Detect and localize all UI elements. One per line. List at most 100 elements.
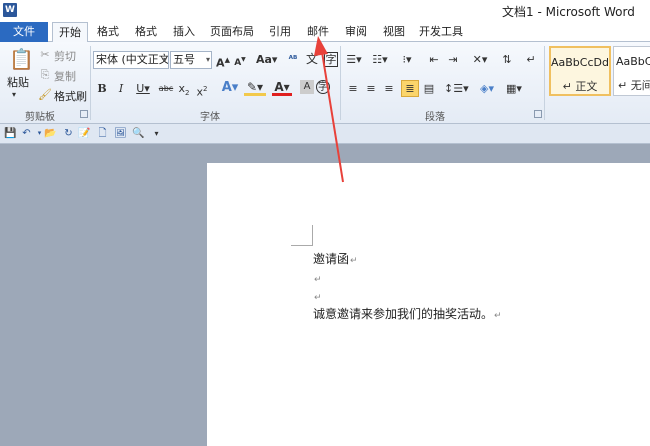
copy-icon: ⎘ xyxy=(40,68,50,81)
style-normal-name: ↵ 正文 xyxy=(562,80,598,93)
shrink-font-icon[interactable]: A▼ xyxy=(234,53,246,70)
quick-access-toolbar: 💾 ↶ ▾ 📂 ↻ 📝 🗋 🖼 🔍 ▾ xyxy=(0,124,650,144)
tab-references[interactable]: 引用 xyxy=(264,22,296,42)
italic-icon[interactable]: I xyxy=(116,82,126,96)
doc-paragraph[interactable]: 诚意邀请来参加我们的抽奖活动。↵ xyxy=(313,305,502,322)
distributed-icon[interactable]: ▤ xyxy=(422,82,436,96)
paragraph-group-label: 段落 xyxy=(425,112,445,123)
tab-home[interactable]: 开始 xyxy=(52,22,88,43)
style-no-spacing-sample: AaBbCc xyxy=(616,55,650,68)
tab-format-2[interactable]: 格式 xyxy=(130,22,162,42)
borders-icon[interactable]: ▦▾ xyxy=(504,82,524,96)
grow-font-icon[interactable]: A▲ xyxy=(216,53,230,71)
style-no-spacing[interactable]: AaBbCc ↵ 无间 xyxy=(613,46,650,96)
format-painter-icon: 🖌 xyxy=(38,88,52,101)
open-folder-icon[interactable]: 📂 xyxy=(44,127,57,140)
bullets-icon[interactable]: ☰▾ xyxy=(345,53,363,67)
title-bar: W 文档1 - Microsoft Word xyxy=(0,0,650,22)
word-app-icon[interactable]: W xyxy=(3,3,17,17)
doc-paragraph[interactable]: 邀请函↵ xyxy=(313,250,358,267)
font-size-value: 五号 xyxy=(173,53,195,66)
margin-corner-mark xyxy=(291,245,312,246)
decrease-indent-icon[interactable]: ⇤ xyxy=(427,53,441,67)
sort-icon[interactable]: ⇅ xyxy=(500,53,514,67)
enclose-characters-icon[interactable]: 字 xyxy=(316,80,330,94)
show-marks-icon[interactable]: ↵ xyxy=(524,53,538,67)
print-preview-icon[interactable]: 🖼 xyxy=(114,127,127,140)
format-painter-button[interactable]: 格式刷 xyxy=(54,88,87,104)
tab-file[interactable]: 文件 xyxy=(0,22,48,42)
increase-indent-icon[interactable]: ⇥ xyxy=(446,53,460,67)
group-divider xyxy=(340,46,341,120)
clear-formatting-icon[interactable]: ᴬᴮ xyxy=(286,53,300,67)
tab-review[interactable]: 审阅 xyxy=(340,22,372,42)
font-size-combo[interactable]: 五号 ▾ xyxy=(170,51,212,69)
font-name-value: 宋体 (中文正文 xyxy=(96,53,169,66)
group-divider xyxy=(544,46,545,120)
character-border-icon[interactable]: 字 xyxy=(324,52,338,67)
tab-format-1[interactable]: 格式 xyxy=(92,22,124,42)
save-icon[interactable]: 💾 xyxy=(4,127,17,140)
style-normal-sample: AaBbCcDdI xyxy=(551,56,609,69)
customize-toolbar-icon[interactable]: ▾ xyxy=(150,127,163,140)
new-document-icon[interactable]: 🗋 xyxy=(96,127,109,140)
tab-insert[interactable]: 插入 xyxy=(168,22,200,42)
undo-icon[interactable]: ↶ xyxy=(20,127,33,140)
paragraph-mark-icon: ↵ xyxy=(350,256,358,266)
line-spacing-icon[interactable]: ↕☰▾ xyxy=(444,82,469,96)
tab-developer[interactable]: 开发工具 xyxy=(414,22,468,42)
margin-corner-mark xyxy=(312,225,313,246)
align-right-icon[interactable]: ≡ xyxy=(382,82,396,96)
clipboard-group-label: 剪贴板 xyxy=(25,112,55,123)
cut-button[interactable]: 剪切 xyxy=(54,48,76,64)
ribbon: 📋 粘贴 ▾ ✂ 剪切 ⎘ 复制 🖌 格式刷 剪贴板 宋体 (中文正文 ▾ 五号 ▾… xyxy=(0,42,650,124)
doc-paragraph[interactable]: ↵ xyxy=(313,271,322,285)
chinese-layout-icon[interactable]: ✕▾ xyxy=(470,53,490,67)
tab-view[interactable]: 视图 xyxy=(378,22,410,42)
document-area: 邀请函↵ ↵ ↵ 诚意邀请来参加我们的抽奖活动。↵ xyxy=(0,145,650,446)
doc-paragraph[interactable]: ↵ xyxy=(313,289,322,303)
multilevel-list-icon[interactable]: ⁝▾ xyxy=(397,53,417,67)
paste-button-label[interactable]: 粘贴 xyxy=(7,74,29,90)
style-no-spacing-name: ↵ 无间 xyxy=(618,79,650,92)
underline-icon[interactable]: U▾ xyxy=(134,82,152,96)
font-name-combo[interactable]: 宋体 (中文正文 ▾ xyxy=(93,51,169,69)
copy-button[interactable]: 复制 xyxy=(54,68,76,84)
subscript-icon[interactable]: x2 xyxy=(178,82,190,100)
edit-icon[interactable]: 📝 xyxy=(78,127,91,140)
justify-icon[interactable]: ≣ xyxy=(401,80,419,97)
font-color-icon[interactable]: A▾ xyxy=(272,81,292,96)
shading-icon[interactable]: ◈▾ xyxy=(476,82,498,96)
superscript-icon[interactable]: x2 xyxy=(196,82,208,100)
window-title: 文档1 - Microsoft Word xyxy=(502,5,635,19)
ribbon-tab-bar: 文件 开始 格式 格式 插入 页面布局 引用 邮件 审阅 视图 开发工具 xyxy=(0,22,650,43)
paragraph-mark-icon: ↵ xyxy=(314,293,322,303)
redo-icon[interactable]: ↻ xyxy=(62,127,75,140)
phonetic-guide-icon[interactable]: 文 xyxy=(305,52,319,66)
tab-mailings[interactable]: 邮件 xyxy=(302,22,334,42)
scissors-icon: ✂ xyxy=(40,48,50,61)
numbering-icon[interactable]: ☷▾ xyxy=(371,53,389,67)
clipboard-launcher-icon[interactable] xyxy=(80,110,88,118)
highlight-color-icon[interactable]: ✎▾ xyxy=(244,81,266,96)
document-page[interactable]: 邀请函↵ ↵ ↵ 诚意邀请来参加我们的抽奖活动。↵ xyxy=(207,163,650,446)
paragraph-mark-icon: ↵ xyxy=(314,275,322,285)
change-case-icon[interactable]: Aa▾ xyxy=(256,53,277,67)
align-left-icon[interactable]: ≡ xyxy=(346,82,360,96)
bold-icon[interactable]: B xyxy=(96,82,108,96)
paragraph-mark-icon: ↵ xyxy=(494,311,502,321)
font-name-dropdown-icon[interactable]: ▾ xyxy=(163,52,167,68)
strikethrough-icon[interactable]: abc xyxy=(158,82,174,96)
character-shading-icon[interactable]: A xyxy=(300,80,314,94)
style-normal[interactable]: AaBbCcDdI ↵ 正文 xyxy=(549,46,611,96)
font-group-label: 字体 xyxy=(200,112,220,123)
font-size-dropdown-icon[interactable]: ▾ xyxy=(206,52,210,68)
text-effects-icon[interactable]: A▾ xyxy=(220,81,240,95)
paste-icon[interactable]: 📋 xyxy=(9,46,34,72)
tab-page-layout[interactable]: 页面布局 xyxy=(206,22,258,42)
print-icon[interactable]: 🔍 xyxy=(132,127,145,140)
paste-dropdown-icon[interactable]: ▾ xyxy=(12,88,16,102)
group-divider xyxy=(90,46,91,120)
paragraph-launcher-icon[interactable] xyxy=(534,110,542,118)
align-center-icon[interactable]: ≡ xyxy=(364,82,378,96)
